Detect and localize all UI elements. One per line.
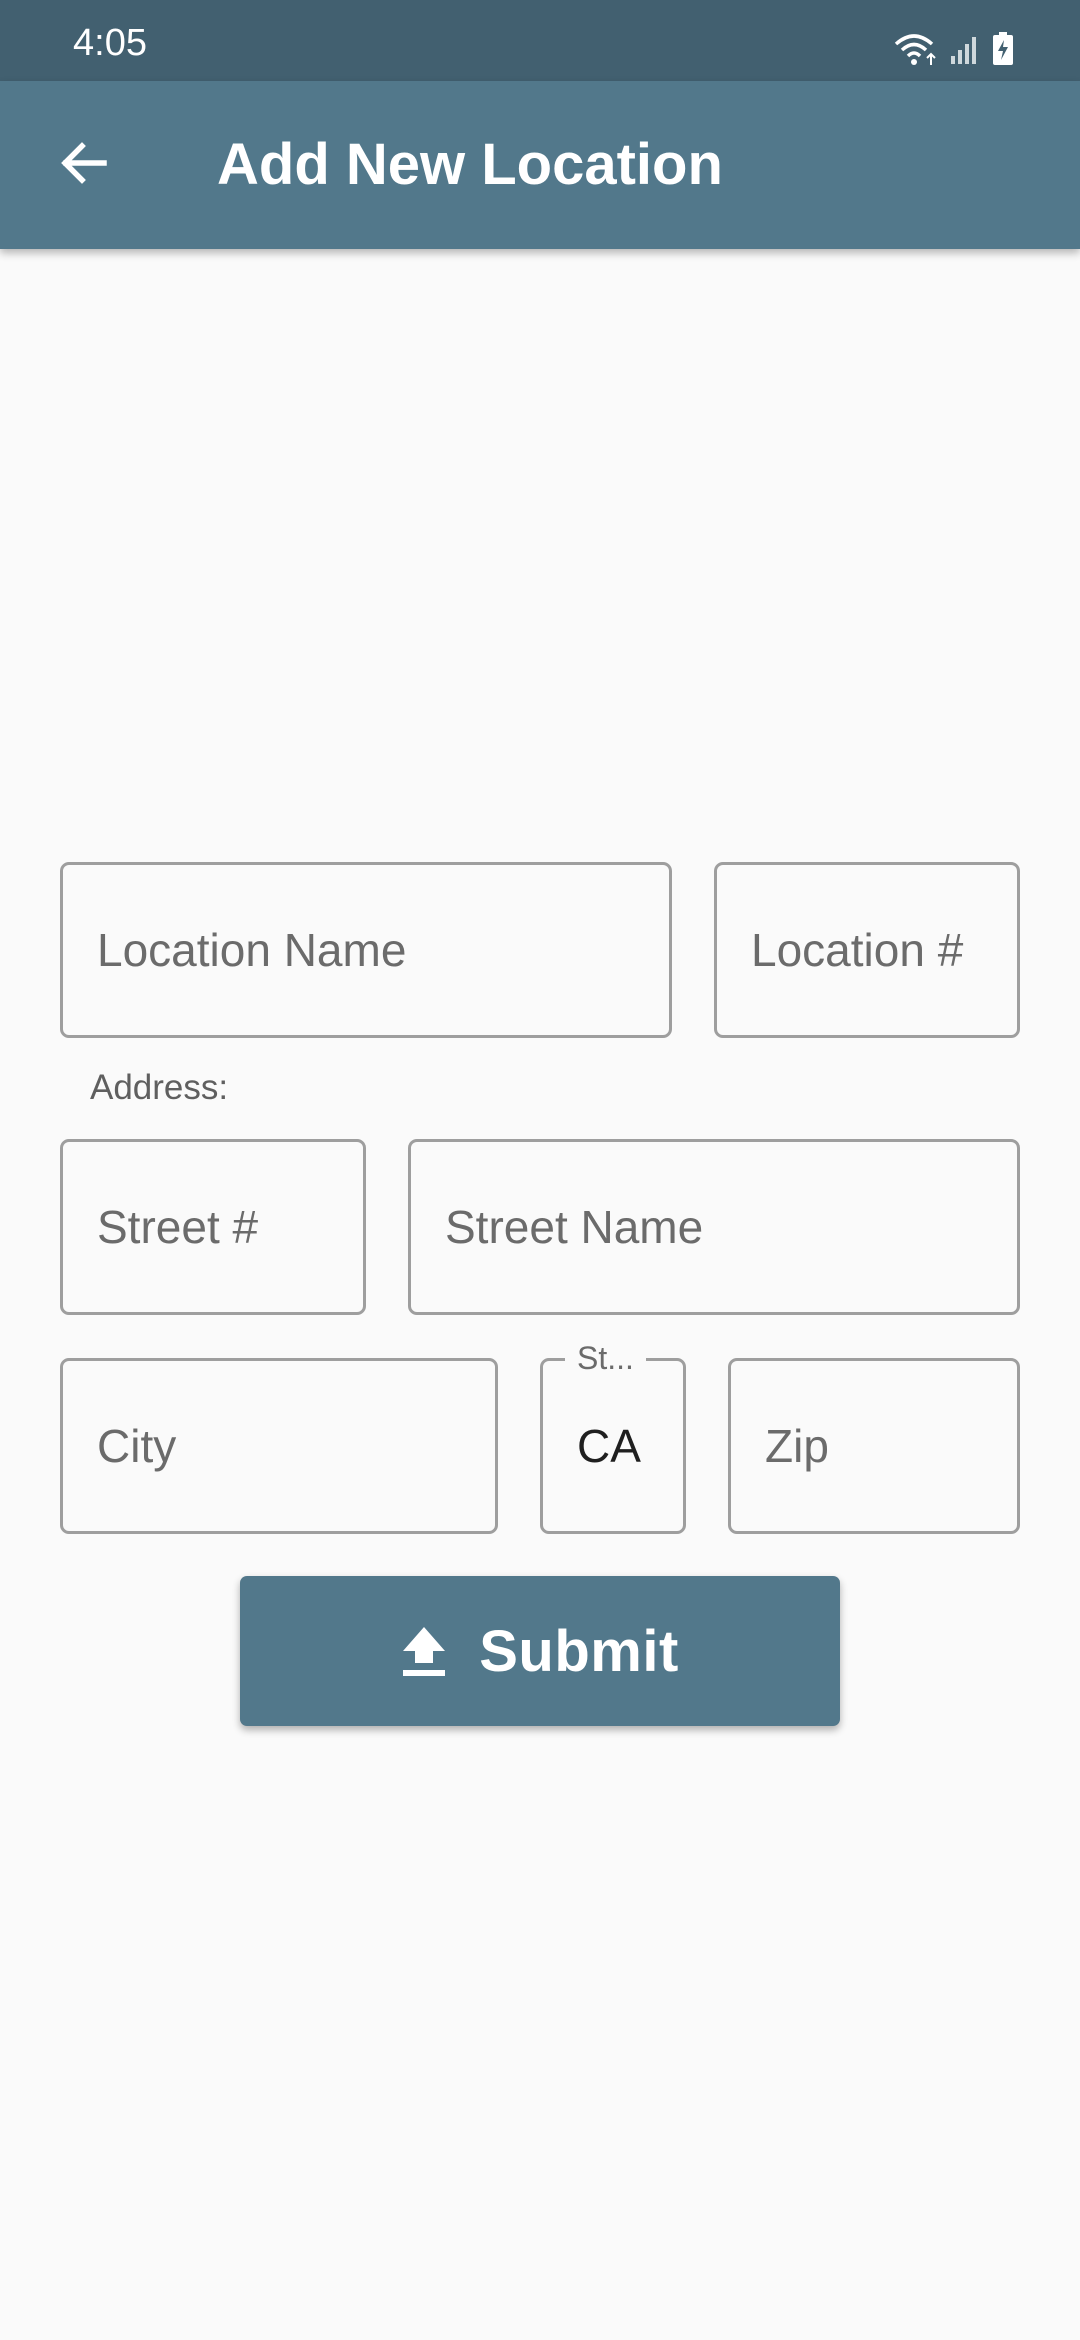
upload-icon [401,1625,447,1677]
street-number-field[interactable]: Street # [60,1139,366,1315]
street-name-field[interactable]: Street Name [408,1139,1020,1315]
zip-placeholder: Zip [765,1420,829,1472]
location-number-placeholder: Location # [751,924,964,976]
status-time: 4:05 [73,22,147,64]
wifi-icon [894,32,938,66]
signal-icon [950,34,980,64]
arrow-left-icon [58,137,110,194]
status-bar: 4:05 [0,0,1080,81]
address-label: Address: [90,1068,229,1107]
page-title: Add New Location [217,132,723,197]
app-bar: Add New Location [0,81,1080,249]
city-field[interactable]: City [60,1358,498,1534]
state-value: CA [577,1420,641,1472]
location-name-placeholder: Location Name [97,924,407,976]
back-button[interactable] [40,121,128,209]
zip-field[interactable]: Zip [728,1358,1020,1534]
city-placeholder: City [97,1420,177,1472]
location-number-field[interactable]: Location # [714,862,1020,1038]
submit-label: Submit [479,1618,679,1684]
street-number-placeholder: Street # [97,1201,259,1253]
street-name-placeholder: Street Name [445,1201,704,1253]
state-field[interactable]: St... CA [540,1339,686,1534]
battery-charging-icon [992,32,1014,66]
location-name-field[interactable]: Location Name [60,862,672,1038]
submit-button[interactable]: Submit [240,1576,840,1726]
status-icons [894,30,1014,68]
